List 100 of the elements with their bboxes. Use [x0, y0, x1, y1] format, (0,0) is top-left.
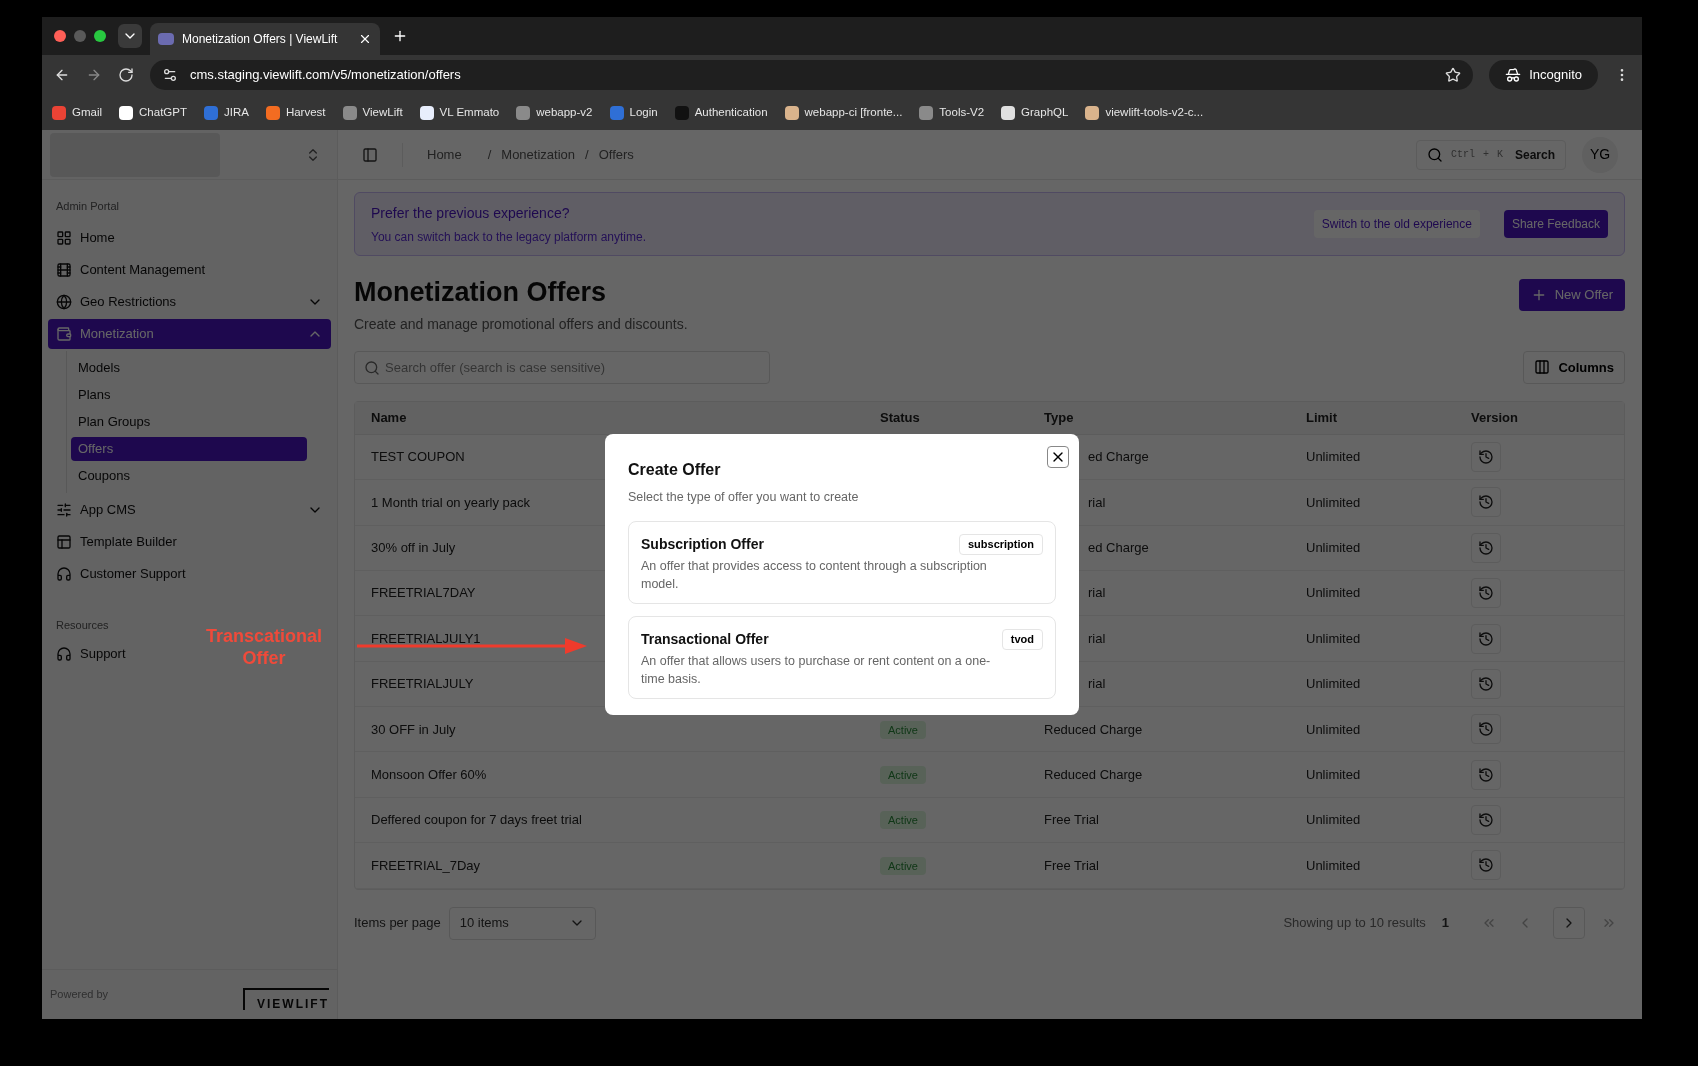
breadcrumb-link[interactable]: Monetization [501, 144, 576, 165]
nav-item[interactable]: Monetization [48, 318, 331, 349]
table-cell: ed Charge [1088, 449, 1149, 465]
table-cell: Free Trial [1044, 857, 1099, 873]
wallet-icon [56, 325, 72, 342]
viewlift-logo: VIEWLIFT [243, 987, 329, 1010]
table-cell: Unlimited [1306, 585, 1361, 601]
nav-item[interactable]: Customer Support [48, 558, 331, 589]
column-header: Type [1043, 409, 1075, 427]
new-tab-icon[interactable] [392, 28, 408, 44]
version-history-button[interactable] [1471, 850, 1501, 881]
history-icon [1478, 812, 1494, 829]
bookmark-item[interactable]: webapp-ci [fronte... [784, 103, 903, 122]
feedback-button[interactable]: Share Feedback [1503, 210, 1608, 238]
sidebar-toggle-icon[interactable] [362, 146, 378, 163]
table-cell: Unlimited [1306, 676, 1361, 692]
section-label: Resources [55, 617, 110, 633]
per-page-select[interactable]: 10 items [448, 906, 596, 940]
tab-list-button[interactable] [118, 24, 142, 48]
bookmark-item[interactable]: Gmail [52, 103, 103, 122]
nav-subitem[interactable]: Plans [71, 382, 307, 407]
offer-type-tag: subscription [959, 534, 1043, 555]
bookmark-item[interactable]: Authentication [674, 103, 768, 122]
nav-item[interactable]: Support [48, 639, 134, 669]
version-history-button[interactable] [1471, 759, 1501, 790]
bookmark-item[interactable]: ViewLift [342, 103, 403, 122]
bookmark-item[interactable]: Login [609, 103, 658, 122]
back-icon[interactable] [54, 67, 70, 83]
table-cell: Unlimited [1306, 449, 1361, 465]
bookmark-item[interactable]: viewlift-tools-v2-c... [1085, 103, 1204, 122]
table-cell: Unlimited [1306, 857, 1361, 873]
nav-item[interactable]: App CMS [48, 494, 331, 525]
bookmark-item[interactable]: Tools-V2 [919, 103, 985, 122]
url-text: cms.staging.viewlift.com/v5/monetization/offers [190, 66, 462, 85]
nav-item[interactable]: Geo Restrictions [48, 286, 331, 317]
switch-experience-button[interactable]: Switch to the old experience [1313, 210, 1480, 238]
table-cell: rial [1088, 585, 1106, 601]
layout-icon [56, 533, 72, 550]
address-bar[interactable]: cms.staging.viewlift.com/v5/monetization/offers [150, 60, 1474, 90]
table-cell: Unlimited [1306, 539, 1361, 555]
offer-type-description: An offer that provides access to content through a subscription model. [641, 557, 988, 593]
version-history-button[interactable] [1471, 441, 1501, 472]
version-history-button[interactable] [1471, 623, 1501, 654]
incognito-icon [1505, 67, 1522, 83]
offer-type-card[interactable]: Transactional Offer tvod An offer that allows users to purchase or rent content on a one-time basis. [628, 615, 1056, 699]
nav-item[interactable]: Template Builder [48, 526, 331, 557]
bookmark-item[interactable]: GraphQL [1001, 103, 1069, 122]
table-cell: 30% off in July [371, 539, 456, 555]
version-history-button[interactable] [1471, 487, 1501, 518]
version-history-button[interactable] [1471, 578, 1501, 609]
browser-tab[interactable]: Monetization Offers | ViewLift [150, 23, 380, 55]
new-offer-button[interactable]: New Offer [1518, 279, 1625, 311]
table-cell: Unlimited [1306, 812, 1361, 828]
offer-type-description: An offer that allows users to purchase or rent content on a one-time basis. [641, 652, 992, 688]
page-number: 1 [1441, 914, 1449, 933]
bookmark-item[interactable]: JIRA [203, 103, 249, 122]
breadcrumb-link[interactable]: Offers [598, 144, 634, 165]
sliders-icon [56, 501, 72, 518]
bookmark-item[interactable]: ChatGPT [119, 103, 187, 122]
tab-favicon-icon [158, 33, 174, 45]
bookmark-item[interactable]: webapp-v2 [516, 103, 593, 122]
version-history-button[interactable] [1471, 668, 1501, 699]
table-cell: Monsoon Offer 60% [371, 766, 487, 782]
window-close-icon[interactable] [54, 30, 66, 42]
columns-button[interactable]: Columns [1523, 350, 1625, 384]
nav-subitem[interactable]: Coupons [71, 463, 307, 488]
table-cell: FREETRIAL7DAY [371, 585, 476, 601]
window-minimize-icon[interactable] [74, 30, 86, 42]
status-badge: Active [880, 765, 926, 784]
breadcrumb-link[interactable]: Home [427, 144, 462, 165]
bookmark-star-icon[interactable] [1445, 67, 1462, 83]
history-icon [1478, 539, 1494, 556]
nav-item[interactable]: Home [48, 222, 331, 253]
reload-icon[interactable] [118, 67, 134, 83]
site-settings-icon[interactable] [162, 67, 178, 83]
bookmark-item[interactable]: VL Emmato [419, 103, 500, 122]
nav-subitem[interactable]: Offers [71, 436, 307, 461]
offer-type-card[interactable]: Subscription Offer subscription An offer that provides access to content through a subscription model. [628, 520, 1056, 604]
results-summary: Showing up to 10 results [1283, 914, 1426, 933]
close-icon[interactable] [358, 32, 372, 46]
profile-button[interactable]: Incognito [1489, 60, 1598, 90]
bookmark-item[interactable]: Harvest [265, 103, 326, 122]
table-cell: Unlimited [1306, 721, 1361, 737]
globe-icon [56, 293, 72, 310]
version-history-button[interactable] [1471, 714, 1501, 745]
close-button[interactable] [1047, 446, 1069, 468]
table-cell: Deffered coupon for 7 days freet trial [371, 812, 582, 828]
table-cell: 1 Month trial on yearly pack [371, 494, 530, 510]
nav-subitem[interactable]: Plan Groups [71, 409, 307, 434]
version-history-button[interactable] [1471, 805, 1501, 836]
window-maximize-icon[interactable] [94, 30, 106, 42]
next-page-button[interactable] [1553, 907, 1585, 940]
forward-icon[interactable] [86, 67, 102, 83]
user-avatar[interactable]: YG [1582, 136, 1618, 173]
history-icon [1478, 585, 1494, 602]
dialog-title: Create Offer [628, 460, 722, 480]
nav-subitem[interactable]: Models [71, 355, 307, 380]
version-history-button[interactable] [1471, 532, 1501, 563]
column-header: Version [1470, 409, 1519, 427]
nav-item[interactable]: Content Management [48, 254, 331, 285]
